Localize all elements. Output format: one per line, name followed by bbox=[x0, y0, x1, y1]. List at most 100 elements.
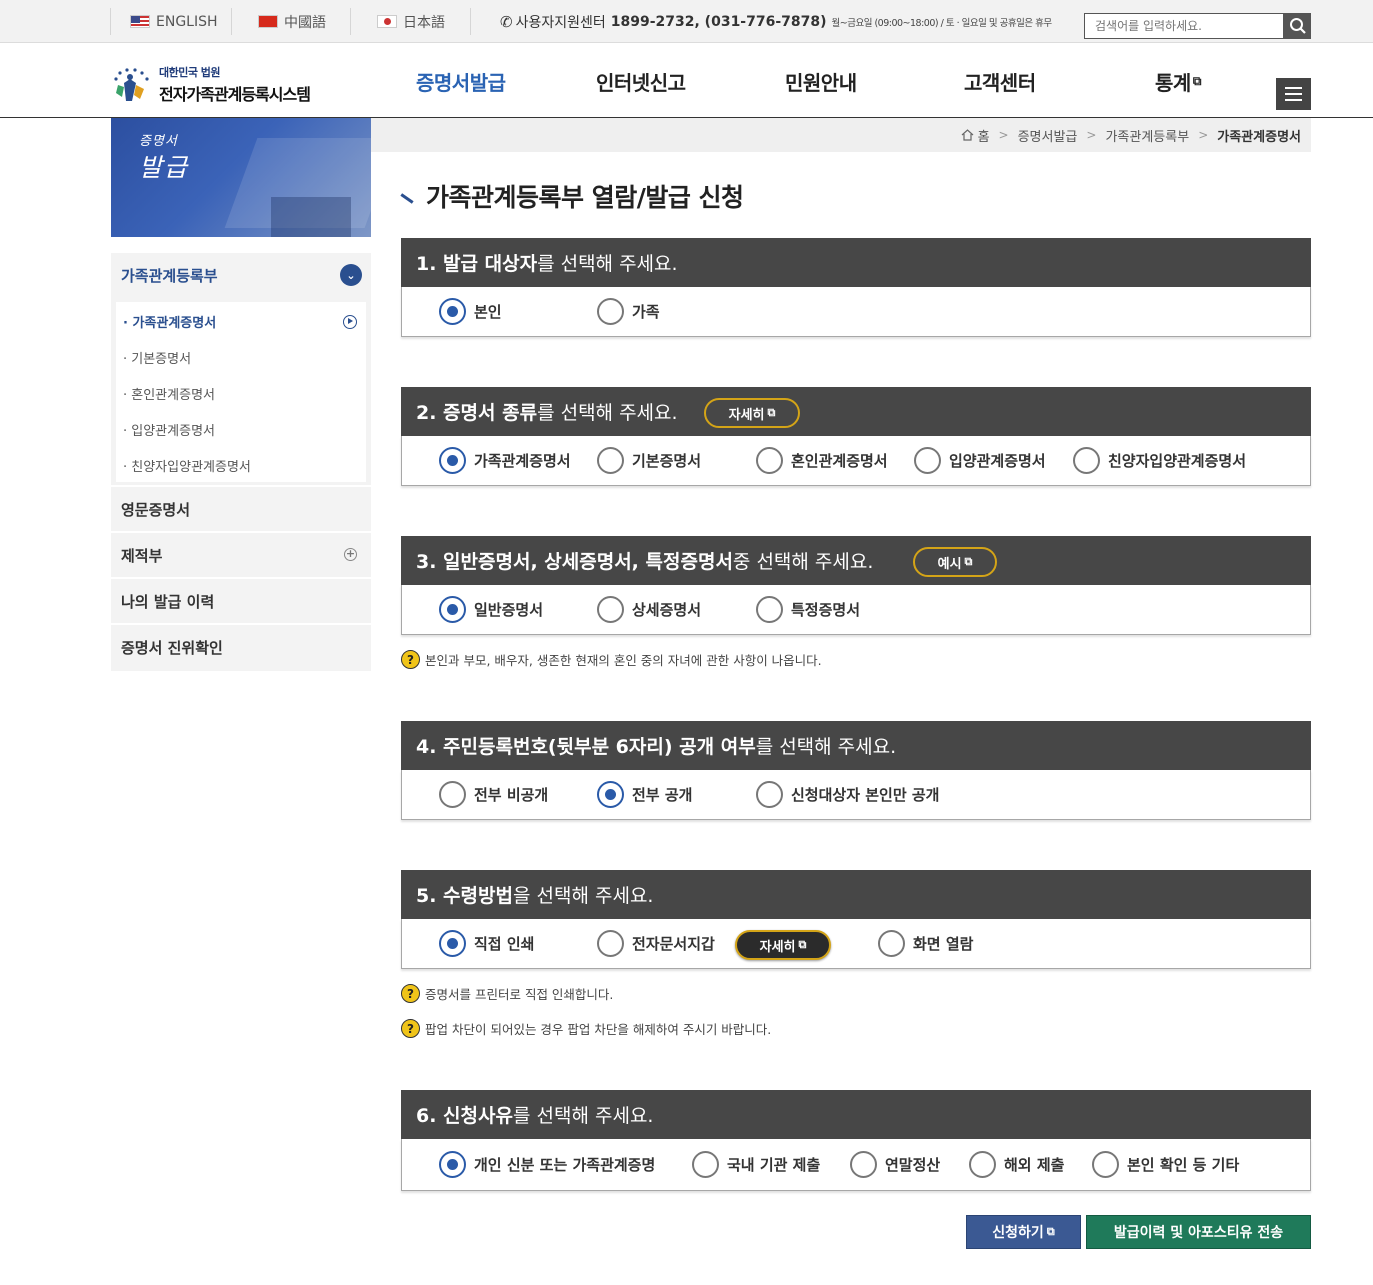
sidebar-subitem-family-cert[interactable]: · 가족관계증명서 bbox=[123, 312, 216, 331]
section-title-bold: 2. 증명서 종류 bbox=[416, 402, 538, 424]
radio-target-self[interactable]: 본인 bbox=[439, 298, 502, 325]
japan-flag-icon bbox=[377, 15, 397, 28]
section-title-rest: 를 선택해 주세요. bbox=[537, 402, 678, 424]
section-title-rest: 를 선택해 주세요. bbox=[537, 253, 678, 275]
radio-unchecked-icon bbox=[1073, 447, 1100, 474]
radio-cert-family[interactable]: 가족관계증명서 bbox=[439, 447, 571, 474]
external-link-icon: ⧉ bbox=[798, 938, 807, 951]
lang-japanese-link[interactable]: 日本語 bbox=[377, 0, 445, 43]
help-note: ? 팝업 차단이 되어있는 경우 팝업 차단을 해제하여 주시기 바랍니다. bbox=[401, 1019, 771, 1038]
radio-type-detailed[interactable]: 상세증명서 bbox=[597, 596, 701, 623]
section-4-header: 4. 주민등록번호(뒷부분 6자리) 공개 여부 를 선택해 주세요. bbox=[401, 721, 1311, 770]
lang-english-link[interactable]: ENGLISH bbox=[130, 0, 218, 43]
breadcrumb-item[interactable]: 증명서발급 bbox=[1018, 126, 1078, 145]
menu-icon[interactable] bbox=[1276, 78, 1311, 110]
radio-reason-domestic[interactable]: 국내 기관 제출 bbox=[692, 1151, 820, 1178]
radio-ssn-show-all[interactable]: 전부 공개 bbox=[597, 781, 692, 808]
breadcrumb-item[interactable]: 가족관계등록부 bbox=[1105, 126, 1189, 145]
radio-target-family[interactable]: 가족 bbox=[597, 298, 660, 325]
radio-label: 친양자입양관계증명서 bbox=[1108, 452, 1247, 470]
radio-cert-marriage[interactable]: 혼인관계증명서 bbox=[756, 447, 888, 474]
radio-receive-print[interactable]: 직접 인쇄 bbox=[439, 930, 534, 957]
radio-cert-basic[interactable]: 기본증명서 bbox=[597, 447, 701, 474]
example-button[interactable]: 예시 ⧉ bbox=[913, 547, 997, 577]
sidebar-item-label: 제적부 bbox=[121, 546, 163, 565]
radio-label: 가족 bbox=[632, 303, 660, 321]
history-button-label: 발급이력 및 아포스티유 전송 bbox=[1113, 1225, 1284, 1241]
gnb-statistics[interactable]: 통계 ⧉ bbox=[1155, 44, 1201, 118]
radio-cert-adoption[interactable]: 입양관계증명서 bbox=[914, 447, 1046, 474]
breadcrumb-current: 가족관계증명서 bbox=[1217, 129, 1301, 145]
section-title-rest: 를 선택해 주세요. bbox=[512, 1105, 654, 1127]
radio-label: 상세증명서 bbox=[632, 601, 702, 619]
divider bbox=[350, 8, 351, 35]
apply-button[interactable]: 신청하기 ⧉ bbox=[966, 1215, 1081, 1249]
gnb-internet-report[interactable]: 인터넷신고 bbox=[596, 44, 686, 118]
support-label: 사용자지원센터 bbox=[515, 14, 606, 31]
radio-reason-tax[interactable]: 연말정산 bbox=[850, 1151, 940, 1178]
radio-cert-full-adoption[interactable]: 친양자입양관계증명서 bbox=[1073, 447, 1246, 474]
issue-history-apostille-button[interactable]: 발급이력 및 아포스티유 전송 bbox=[1086, 1215, 1311, 1249]
chevron-down-icon[interactable]: ⌄ bbox=[340, 264, 362, 286]
section-title-bold: 3. 일반증명서, 상세증명서, 특정증명서 bbox=[416, 551, 733, 573]
section-2-options: 가족관계증명서 기본증명서 혼인관계증명서 입양관계증명서 친양자입양관계증명서 bbox=[401, 436, 1311, 486]
radio-label: 일반증명서 bbox=[474, 601, 544, 619]
divider bbox=[110, 8, 111, 35]
logo-title: 전자가족관계등록시스템 bbox=[159, 85, 311, 104]
subitem-label: 기본증명서 bbox=[131, 352, 192, 367]
gnb-label: 통계 bbox=[1155, 70, 1191, 95]
gnb-label: 인터넷신고 bbox=[596, 70, 686, 95]
play-circle-icon bbox=[343, 315, 357, 329]
radio-ssn-show-self[interactable]: 신청대상자 본인만 공개 bbox=[756, 781, 939, 808]
radio-label: 기본증명서 bbox=[632, 452, 702, 470]
sidebar-item-label: 나의 발급 이력 bbox=[121, 592, 215, 611]
sidebar-subitem-basic-cert[interactable]: · 기본증명서 bbox=[123, 348, 191, 367]
page-title: 가족관계등록부 열람/발급 신청 bbox=[400, 178, 744, 214]
plus-circle-icon: + bbox=[344, 547, 357, 561]
sidebar-item-removed-register[interactable]: 제적부 + bbox=[111, 531, 371, 577]
details-button[interactable]: 자세히 ⧉ bbox=[704, 398, 800, 428]
radio-ssn-hide-all[interactable]: 전부 비공개 bbox=[439, 781, 548, 808]
sidebar-item-cert-verify[interactable]: 증명서 진위확인 bbox=[111, 623, 371, 669]
radio-label: 연말정산 bbox=[885, 1156, 941, 1174]
radio-receive-view[interactable]: 화면 열람 bbox=[878, 930, 973, 957]
radio-label: 전자문서지갑 bbox=[632, 935, 715, 953]
phone-icon: ✆ bbox=[500, 12, 513, 31]
lang-chinese-link[interactable]: 中國語 bbox=[258, 0, 326, 43]
site-header: 대한민국 법원 전자가족관계등록시스템 증명서발급 인터넷신고 민원안내 고객센… bbox=[0, 44, 1373, 118]
subitem-label: 혼인관계증명서 bbox=[131, 388, 215, 403]
chevron-right-icon: > bbox=[1198, 128, 1209, 142]
radio-reason-overseas[interactable]: 해외 제출 bbox=[969, 1151, 1064, 1178]
sidebar-item-english-cert[interactable]: 영문증명서 bbox=[111, 485, 371, 531]
gnb-certificate-issue[interactable]: 증명서발급 bbox=[416, 44, 506, 118]
banner-line1: 증명서 bbox=[139, 134, 178, 149]
us-flag-icon bbox=[130, 15, 150, 28]
help-note-text: 팝업 차단이 되어있는 경우 팝업 차단을 해제하여 주시기 바랍니다. bbox=[425, 1022, 772, 1037]
sidebar-item-family-register[interactable]: 가족관계등록부 ⌄ bbox=[111, 253, 371, 298]
section-title-rest: 을 선택해 주세요. bbox=[512, 885, 654, 907]
radio-type-specific[interactable]: 특정증명서 bbox=[756, 596, 860, 623]
question-icon: ? bbox=[401, 650, 420, 669]
section-1-header: 1. 발급 대상자 를 선택해 주세요. bbox=[401, 238, 1311, 287]
radio-reason-identity[interactable]: 개인 신분 또는 가족관계증명 bbox=[439, 1151, 655, 1178]
lang-label: ENGLISH bbox=[156, 13, 218, 30]
radio-label: 가족관계증명서 bbox=[474, 452, 571, 470]
sidebar-subitem-marriage-cert[interactable]: · 혼인관계증명서 bbox=[123, 384, 215, 403]
search-input[interactable] bbox=[1084, 13, 1284, 39]
radio-receive-e-wallet[interactable]: 전자문서지갑 bbox=[597, 930, 715, 957]
sidebar-subitem-adoption-cert[interactable]: · 입양관계증명서 bbox=[123, 420, 215, 439]
search-button[interactable] bbox=[1284, 13, 1311, 39]
sidebar-subitem-full-adoption-cert[interactable]: · 친양자입양관계증명서 bbox=[123, 456, 251, 475]
radio-reason-other[interactable]: 본인 확인 등 기타 bbox=[1092, 1151, 1239, 1178]
breadcrumb-home[interactable]: 홈 bbox=[978, 126, 990, 145]
gnb-civil-guide[interactable]: 민원안내 bbox=[785, 44, 857, 118]
radio-type-general[interactable]: 일반증명서 bbox=[439, 596, 543, 623]
site-logo[interactable]: 대한민국 법원 전자가족관계등록시스템 bbox=[110, 64, 311, 105]
e-wallet-details-button[interactable]: 자세히 ⧉ bbox=[735, 930, 831, 960]
page-title-text: 가족관계등록부 열람/발급 신청 bbox=[426, 183, 744, 212]
gnb-label: 고객센터 bbox=[964, 70, 1036, 95]
sidebar-item-issue-history[interactable]: 나의 발급 이력 bbox=[111, 577, 371, 623]
title-marker-icon bbox=[400, 192, 414, 204]
gnb-customer-center[interactable]: 고객센터 bbox=[964, 44, 1036, 118]
section-5-header: 5. 수령방법 을 선택해 주세요. bbox=[401, 870, 1311, 919]
